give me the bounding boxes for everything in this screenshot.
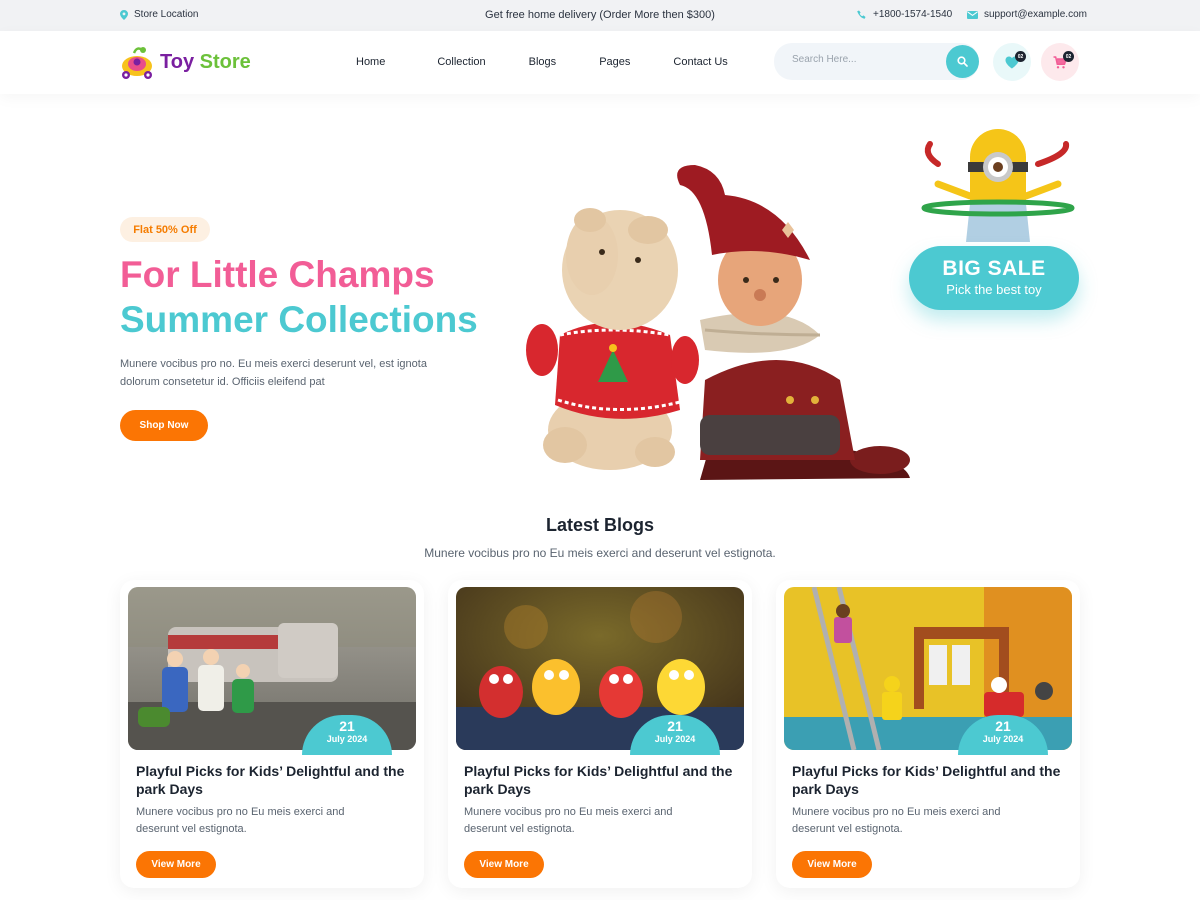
blog-card: 21 July 2024 Playful Picks for Kids’ Del… xyxy=(120,580,424,888)
big-sale-badge[interactable]: BIG SALE Pick the best toy xyxy=(909,246,1079,310)
blog-date-badge: 21 July 2024 xyxy=(630,715,720,755)
view-more-button[interactable]: View More xyxy=(136,851,216,878)
blog-description: Munere vocibus pro no Eu meis exerci and… xyxy=(136,806,345,835)
search-icon xyxy=(957,56,968,67)
top-bar: Get free home delivery (Order More then … xyxy=(0,0,1200,31)
minion-toy-image xyxy=(921,129,1075,242)
shop-now-button[interactable]: Shop Now xyxy=(120,410,208,441)
blog-description: Munere vocibus pro no Eu meis exerci and… xyxy=(464,806,673,835)
blog-date-day: 21 xyxy=(339,718,355,734)
search-button[interactable] xyxy=(946,45,979,78)
blog-card: 21 July 2024 Playful Picks for Kids’ Del… xyxy=(776,580,1080,888)
logo[interactable]: Toy Store xyxy=(120,44,251,80)
logo-text-store: Store xyxy=(199,50,251,73)
wishlist-count-badge: 02 xyxy=(1015,51,1026,62)
mail-icon xyxy=(967,10,978,19)
main-header: Toy Store Home Collection Blogs Pages Co… xyxy=(0,31,1200,94)
blog-title[interactable]: Playful Picks for Kids’ Delightful and t… xyxy=(136,762,406,798)
phone-link[interactable]: +1800-1574-1540 xyxy=(857,9,952,20)
blogs-section-title: Latest Blogs xyxy=(545,515,655,535)
store-location-link[interactable]: Store Location xyxy=(120,9,199,20)
view-more-button[interactable]: View More xyxy=(464,851,544,878)
blog-date-badge: 21 July 2024 xyxy=(302,715,392,755)
search-input[interactable] xyxy=(792,54,942,65)
email-link[interactable]: support@example.com xyxy=(967,9,1087,20)
offer-badge: Flat 50% Off xyxy=(120,217,210,242)
search-bar xyxy=(774,43,979,80)
blog-date-badge: 21 July 2024 xyxy=(958,715,1048,755)
blog-title[interactable]: Playful Picks for Kids’ Delightful and t… xyxy=(792,762,1062,798)
blogs-section-subtitle: Munere vocibus pro no Eu meis exerci and… xyxy=(424,546,776,560)
blog-date-month: July 2024 xyxy=(982,734,1024,744)
phone-number: +1800-1574-1540 xyxy=(873,9,953,20)
gnome-doll xyxy=(677,165,910,480)
nav-blogs[interactable]: Blogs xyxy=(529,56,557,68)
toy-car-logo-icon xyxy=(122,47,152,79)
blog-date-day: 21 xyxy=(667,718,683,734)
big-sale-subtitle: Pick the best toy xyxy=(946,282,1042,297)
blog-description: Munere vocibus pro no Eu meis exerci and… xyxy=(792,806,1001,835)
email-address: support@example.com xyxy=(984,9,1087,20)
cart-button[interactable]: 02 xyxy=(1041,43,1079,81)
hero-title-line2: Summer Collections xyxy=(120,299,478,340)
hero-description: Munere vocibus pro no. Eu meis exerci de… xyxy=(120,358,427,388)
blog-card: 21 July 2024 Playful Picks for Kids’ Del… xyxy=(448,580,752,888)
nav-collection[interactable]: Collection xyxy=(437,56,485,68)
store-location-label: Store Location xyxy=(134,9,199,20)
nav-pages[interactable]: Pages xyxy=(599,56,630,68)
logo-text-toy: Toy xyxy=(160,50,195,73)
blog-title[interactable]: Playful Picks for Kids’ Delightful and t… xyxy=(464,762,734,798)
view-more-button[interactable]: View More xyxy=(792,851,872,878)
blog-date-month: July 2024 xyxy=(654,734,696,744)
wishlist-button[interactable]: 02 xyxy=(993,43,1031,81)
main-nav: Home Collection Blogs Pages Contact Us xyxy=(356,56,728,68)
hero-title-line1: For Little Champs xyxy=(120,254,435,295)
blog-date-month: July 2024 xyxy=(326,734,368,744)
blog-date-day: 21 xyxy=(995,718,1011,734)
plush-hippo xyxy=(526,208,699,470)
location-pin-icon xyxy=(120,9,128,20)
nav-contact-us[interactable]: Contact Us xyxy=(673,56,727,68)
nav-home[interactable]: Home xyxy=(356,56,385,68)
cart-count-badge: 02 xyxy=(1063,51,1074,62)
phone-icon xyxy=(857,10,866,19)
big-sale-title: BIG SALE xyxy=(942,257,1046,280)
hero-toys-image xyxy=(526,165,910,480)
